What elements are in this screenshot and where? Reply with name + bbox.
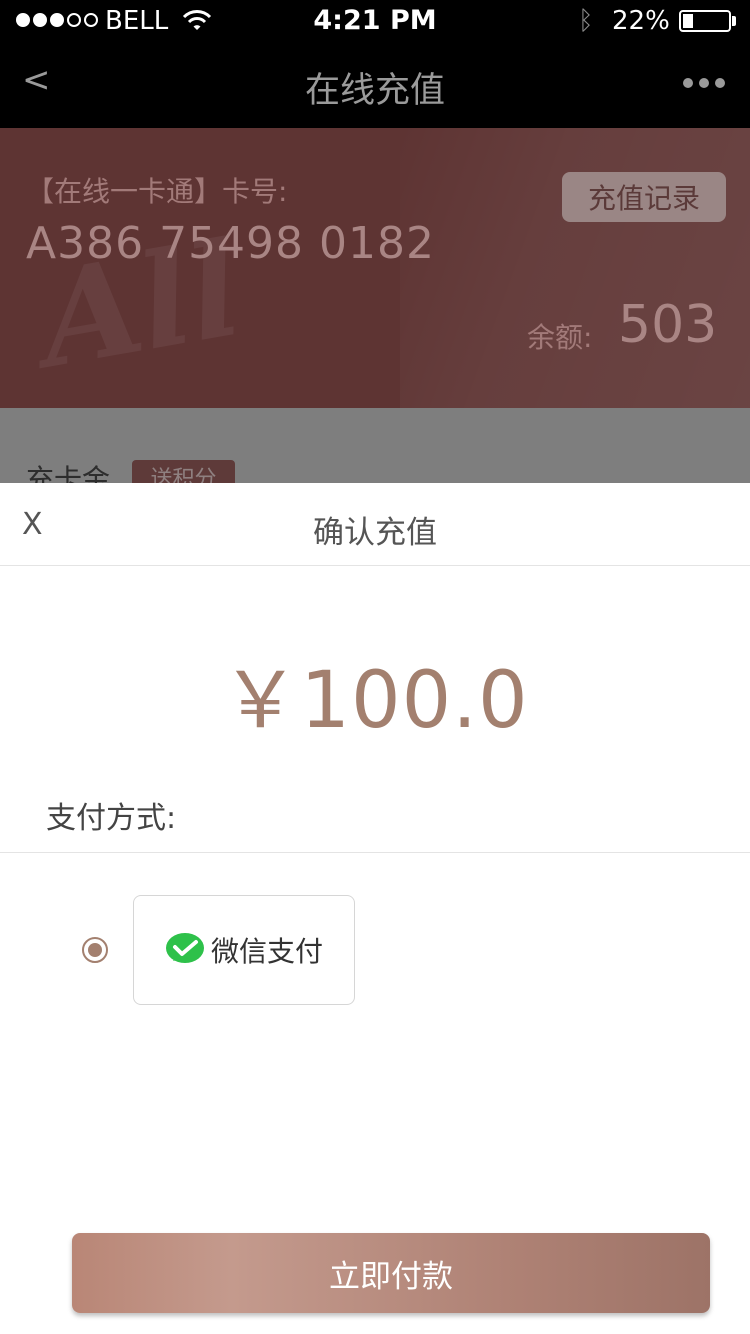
wechat-pay-option[interactable]: 微信支付: [133, 895, 355, 1005]
payment-method-label: 支付方式:: [46, 801, 177, 836]
card-label: 【在线一卡通】卡号:: [26, 175, 288, 208]
more-icon[interactable]: [683, 78, 725, 88]
divider: [0, 852, 750, 853]
card-shine: [400, 128, 750, 408]
background-content: 充卡金 送积分: [0, 408, 750, 488]
bluetooth-icon: ᛒ: [578, 6, 594, 36]
battery-cap: [732, 16, 736, 26]
divider: [0, 565, 750, 566]
sheet-title: 确认充值: [313, 515, 437, 551]
payment-radio[interactable]: [82, 937, 108, 963]
wechat-pay-icon: [165, 933, 204, 963]
recharge-amount: ￥100.0: [221, 656, 529, 746]
nav-bar: < 在线充值: [0, 40, 750, 128]
page-title: 在线充值: [304, 71, 445, 111]
card-number: A386 75498 0182: [26, 218, 436, 269]
recharge-history-button[interactable]: 充值记录: [562, 172, 726, 222]
balance-value: 503: [618, 295, 718, 355]
pay-now-button[interactable]: 立即付款: [72, 1233, 710, 1313]
battery-percentage: 22%: [612, 6, 670, 36]
status-bar: BELL 4:21 PM ᛒ 22%: [0, 0, 750, 40]
balance-label: 余额:: [527, 321, 593, 354]
battery-icon: [679, 10, 731, 32]
confirm-recharge-sheet: X 确认充值 ￥100.0 支付方式: 微信支付 立即付款: [0, 483, 750, 1334]
wechat-pay-label: 微信支付: [210, 935, 323, 968]
